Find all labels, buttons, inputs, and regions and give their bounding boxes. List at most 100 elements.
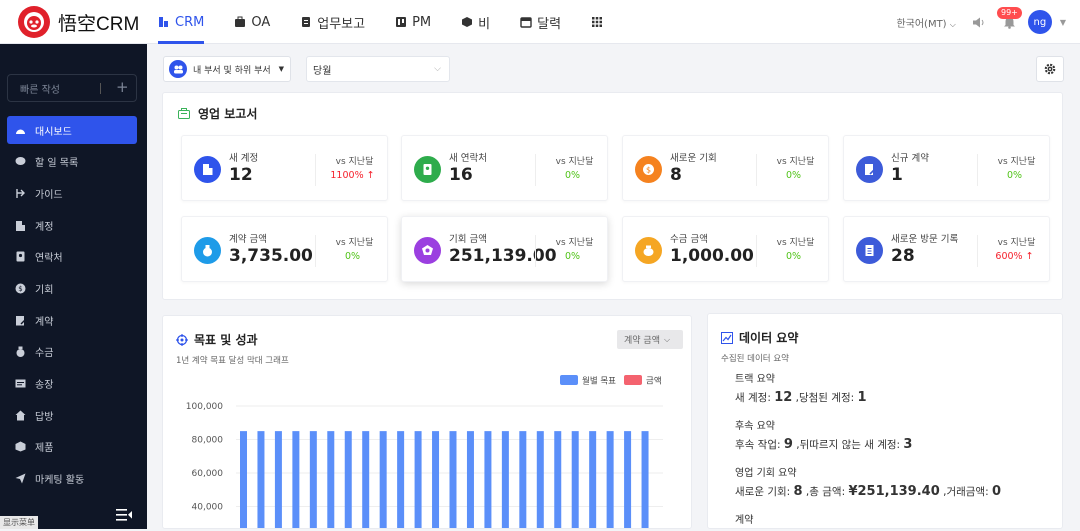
sidebar-item-10[interactable]: 답방: [7, 401, 137, 429]
stat-card[interactable]: 계약 금액 3,735.00 vs 지난달 0%: [181, 216, 388, 282]
divider: [756, 235, 757, 267]
stat-card[interactable]: 새 계정 12 vs 지난달 1100% ↑: [181, 135, 388, 201]
sidebar-item-label: 송장: [35, 380, 54, 391]
bar-target-2[interactable]: [257, 431, 265, 528]
sidebar-item-5[interactable]: 연락처: [7, 243, 137, 271]
nav-oa[interactable]: OA: [234, 0, 270, 44]
bar-target-7[interactable]: [344, 431, 352, 528]
sidebar-item-label: 할 일 목록: [35, 158, 79, 170]
bar-target-18[interactable]: [536, 431, 544, 528]
nav-work-report[interactable]: 업무보고: [300, 0, 365, 44]
summary-label: ,뒤따르지 않는 새 계정:: [796, 439, 901, 451]
logo[interactable]: 悟空CRM: [18, 6, 139, 38]
stat-change-value: 0%: [785, 170, 802, 181]
period-filter[interactable]: 당월 ⌵: [306, 56, 450, 82]
bar-target-14[interactable]: [466, 431, 474, 528]
notification-badge: 99+: [997, 7, 1022, 19]
collapse-menu-icon[interactable]: [116, 509, 132, 521]
summary-block-values: 새로운 기회: 8 ,총 금액: ¥251,139.40 ,거래금액: 0: [735, 484, 1001, 499]
avatar[interactable]: ng: [1027, 10, 1052, 34]
bar-target-4[interactable]: [292, 431, 300, 528]
wallet-icon: [635, 237, 662, 264]
brand-name: 悟空CRM: [58, 13, 140, 35]
bar-target-1[interactable]: [240, 431, 247, 528]
bar-target-21[interactable]: [589, 431, 597, 528]
bar-target-12[interactable]: [432, 431, 440, 528]
calendar-icon: [520, 17, 532, 28]
stat-card[interactable]: 새 연락처 16 vs 지난달 0%: [401, 135, 608, 201]
bar-target-24[interactable]: [641, 431, 649, 528]
top-bar: 悟空CRM CRM OA 업무보고 PM 비 달력 한국어(MT) ⌵ ng ▼…: [0, 0, 1080, 44]
bar-target-6[interactable]: [327, 431, 335, 528]
sidebar: 빠른 작성 + 대시보드할 일 목록가이드계정연락처 $ 기회계약수금송장답방제품마…: [0, 44, 147, 529]
stat-change: 0%: [540, 251, 605, 262]
stat-compare-label: vs 지난달: [997, 157, 1036, 167]
coin-icon: $: [635, 156, 662, 183]
summary-value: 3: [903, 437, 913, 452]
summary-block: 영업 기회 요약 새로운 기회: 8 ,총 금액: ¥251,139.40 ,거래…: [735, 464, 1001, 499]
stat-compare-label: vs 지난달: [776, 157, 815, 167]
show-menu-tag[interactable]: 显示菜单: [0, 516, 38, 529]
sidebar-item-11[interactable]: 제품: [7, 433, 137, 461]
stat-value: 1: [891, 165, 903, 185]
legend-swatch[interactable]: [624, 375, 642, 385]
bar-target-3[interactable]: [274, 431, 282, 528]
sidebar-item-9[interactable]: 송장: [7, 370, 137, 398]
nav-calendar[interactable]: 달력: [520, 0, 561, 44]
stat-card[interactable]: 기회 금액 251,139.00 vs 지난달 0%: [401, 216, 608, 282]
goals-bar-chart: 월별 목표 금액 100,000 80,000 60,000 40,000: [186, 375, 663, 528]
sidebar-item-8[interactable]: 수금: [7, 338, 137, 366]
stat-card[interactable]: 새로운 방문 기록 28 vs 지난달 600% ↑: [843, 216, 1050, 282]
nav-bi[interactable]: 비: [461, 0, 490, 44]
bar-target-11[interactable]: [414, 431, 422, 528]
bar-target-9[interactable]: [379, 431, 387, 528]
bar-target-5[interactable]: [309, 431, 317, 528]
stat-change-value: 0%: [564, 170, 581, 181]
bar-target-22[interactable]: [606, 431, 614, 528]
speaker-icon[interactable]: [972, 16, 985, 29]
summary-value: 0: [991, 484, 1002, 499]
bar-target-19[interactable]: [554, 431, 562, 528]
stat-change: 0%: [320, 251, 385, 262]
bar-target-10[interactable]: [397, 431, 405, 528]
chevron-down-icon[interactable]: ▼: [1060, 18, 1066, 27]
bar-target-8[interactable]: [362, 431, 370, 528]
quick-create-button[interactable]: 빠른 작성 +: [7, 74, 137, 102]
stat-label: 새 연락처: [449, 153, 487, 164]
stat-card[interactable]: 신규 계약 1 vs 지난달 0%: [843, 135, 1050, 201]
stat-change: 0%: [761, 251, 826, 262]
stat-label: 기회 금액: [449, 234, 487, 245]
bar-target-16[interactable]: [501, 431, 509, 528]
stat-card[interactable]: 수금 금액 1,000.00 vs 지난달 0%: [622, 216, 829, 282]
bar-target-13[interactable]: [449, 431, 457, 528]
stat-compare-label: vs 지난달: [555, 157, 594, 167]
sidebar-item-3[interactable]: 가이드: [7, 179, 137, 207]
sidebar-item-2[interactable]: 할 일 목록: [7, 148, 137, 176]
sidebar-item-1[interactable]: 대시보드: [7, 116, 137, 144]
stat-card[interactable]: $ 새로운 기회 8 vs 지난달 0%: [622, 135, 829, 201]
contract-icon: [15, 315, 26, 326]
nav-pm[interactable]: PM: [395, 0, 431, 44]
metric-selector[interactable]: 계약 금액 ⌵: [617, 330, 683, 349]
department-filter[interactable]: 내 부서 및 하위 부서 ▼: [163, 56, 291, 82]
nav-crm[interactable]: CRM: [158, 0, 205, 44]
divider: [977, 154, 978, 186]
bar-target-23[interactable]: [624, 431, 632, 528]
bar-target-17[interactable]: [519, 431, 527, 528]
legend-swatch[interactable]: [560, 375, 578, 385]
home-icon: [15, 410, 26, 421]
sidebar-item-7[interactable]: 계약: [7, 306, 137, 334]
avatar-initials: ng: [1033, 16, 1047, 28]
nav-label: 비: [478, 16, 491, 32]
language-selector[interactable]: 한국어(MT) ⌵: [896, 15, 955, 30]
sidebar-item-4[interactable]: 계정: [7, 211, 137, 239]
settings-button[interactable]: [1036, 56, 1064, 82]
bar-target-15[interactable]: [484, 431, 492, 528]
bar-target-20[interactable]: [571, 431, 579, 528]
legend-label: 금액: [646, 376, 662, 387]
apps-grid-button[interactable]: [591, 0, 608, 44]
sidebar-item-12[interactable]: 마케팅 활동: [7, 465, 137, 493]
summary-value: ¥251,139.40: [848, 484, 940, 499]
sidebar-item-6[interactable]: $ 기회: [7, 274, 137, 302]
divider: [535, 154, 536, 186]
